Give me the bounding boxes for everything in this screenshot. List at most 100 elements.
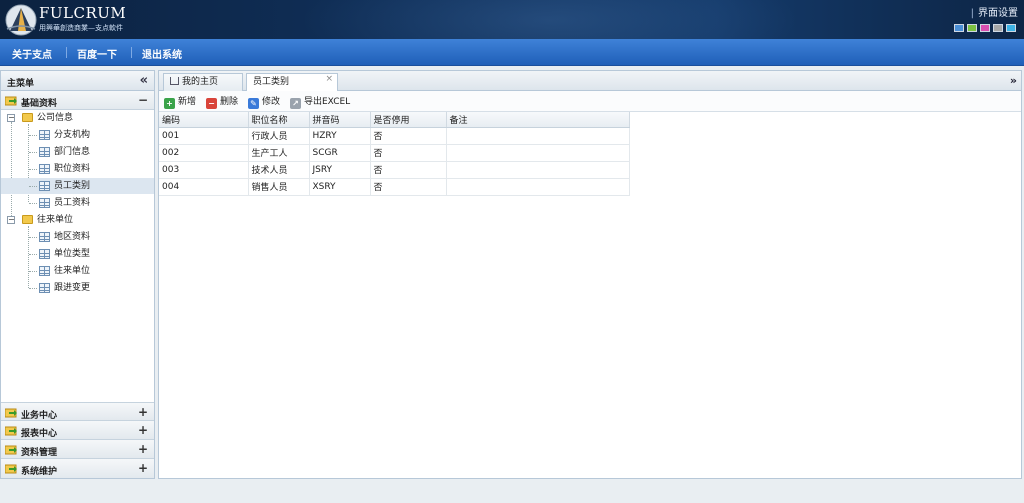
- table-icon: [39, 164, 50, 174]
- table-row[interactable]: 003 技术人员 JSRY 否: [159, 161, 630, 179]
- cell-remark: [446, 127, 630, 145]
- menu-tree: − 公司信息 分支机构 部门信息 职位资料 员工类别 员工资料 − 往来单位 地…: [1, 110, 154, 401]
- cell-disabled: 否: [370, 161, 447, 179]
- tree-item-label: 员工资料: [54, 198, 91, 208]
- cell-remark: [446, 144, 630, 162]
- cell-code: 003: [159, 161, 249, 179]
- add-button[interactable]: + 新增: [164, 95, 196, 109]
- tree-connector: [29, 203, 37, 204]
- cell-position-name: 技术人员: [248, 161, 310, 179]
- separator: |: [970, 8, 974, 19]
- cell-code: 001: [159, 127, 249, 145]
- cell-remark: [446, 161, 630, 179]
- expand-section-icon[interactable]: +: [138, 405, 148, 419]
- tree-item-department[interactable]: 部门信息: [1, 144, 154, 160]
- tree-item-label: 职位资料: [54, 164, 91, 174]
- theme-swatch-cyan[interactable]: [1006, 24, 1016, 32]
- table-row[interactable]: 001 行政人员 HZRY 否: [159, 127, 630, 145]
- tab-employee-category[interactable]: 员工类别 ×: [246, 73, 338, 92]
- folder-icon: [22, 113, 33, 122]
- section-label: 报表中心: [21, 429, 58, 439]
- edit-button[interactable]: ✎ 修改: [248, 95, 280, 109]
- header-shine: [300, 0, 800, 39]
- nav-about[interactable]: 关于支点: [12, 46, 52, 61]
- cell-pinyin: JSRY: [309, 161, 371, 179]
- delete-button[interactable]: − 删除: [206, 95, 238, 109]
- table-icon: [39, 181, 50, 191]
- add-icon: +: [164, 98, 175, 109]
- column-header[interactable]: 备注: [446, 112, 630, 128]
- column-header[interactable]: 拼音码: [309, 112, 371, 128]
- close-tab-icon[interactable]: ×: [325, 71, 333, 87]
- sidebar: 主菜单 « 基础资料 − − 公司信息 分支机构 部门信息 职位资料 员工类别 …: [0, 70, 155, 479]
- edit-label: 修改: [262, 97, 281, 107]
- tree-item-employee-category[interactable]: 员工类别: [1, 178, 154, 194]
- column-header[interactable]: 是否停用: [370, 112, 447, 128]
- tree-item-partner-unit[interactable]: 往来单位: [1, 263, 154, 279]
- more-tabs-icon[interactable]: »: [1010, 74, 1017, 87]
- tree-item-follow-up[interactable]: 跟进变更: [1, 280, 154, 296]
- tab-home[interactable]: 我的主页: [163, 73, 243, 91]
- tree-expand-icon[interactable]: −: [7, 216, 15, 224]
- app-header: FULCRUM 用興華創造商業—支点軟件 | 界面设置: [0, 0, 1024, 39]
- tree-group-company[interactable]: − 公司信息: [1, 110, 154, 126]
- section-label: 系统维护: [21, 467, 58, 477]
- tree-item-employee[interactable]: 员工资料: [1, 195, 154, 211]
- cell-position-name: 行政人员: [248, 127, 310, 145]
- nav-separator: [131, 47, 132, 58]
- tree-item-position[interactable]: 职位资料: [1, 161, 154, 177]
- theme-swatch-green[interactable]: [967, 24, 977, 32]
- export-icon: ↗: [290, 98, 301, 109]
- tree-item-label: 部门信息: [54, 147, 91, 157]
- ui-settings-label: 界面设置: [978, 8, 1018, 19]
- tree-item-unit-type[interactable]: 单位类型: [1, 246, 154, 262]
- grid-toolbar: + 新增 − 删除 ✎ 修改 ↗ 导出EXCEL: [159, 91, 1021, 112]
- collapse-section-icon[interactable]: −: [138, 93, 148, 107]
- cell-pinyin: HZRY: [309, 127, 371, 145]
- export-excel-button[interactable]: ↗ 导出EXCEL: [290, 95, 350, 109]
- expand-section-icon[interactable]: +: [138, 423, 148, 437]
- table-icon: [39, 283, 50, 293]
- tree-group-partner[interactable]: − 往来单位: [1, 212, 154, 228]
- cell-disabled: 否: [370, 178, 447, 196]
- expand-section-icon[interactable]: +: [138, 461, 148, 475]
- tree-connector: [29, 254, 37, 255]
- folder-arrow-icon: [5, 445, 17, 455]
- theme-swatch-gray[interactable]: [993, 24, 1003, 32]
- delete-label: 删除: [220, 97, 239, 107]
- tree-expand-icon[interactable]: −: [7, 114, 15, 122]
- table-row[interactable]: 004 销售人员 XSRY 否: [159, 178, 630, 196]
- collapse-sidebar-icon[interactable]: «: [140, 73, 148, 88]
- section-reports[interactable]: 报表中心 +: [1, 421, 154, 440]
- section-data-management[interactable]: 资料管理 +: [1, 440, 154, 459]
- nav-logout[interactable]: 退出系统: [142, 46, 182, 61]
- section-basic-data[interactable]: 基础资料 −: [1, 91, 154, 110]
- theme-swatch-blue[interactable]: [954, 24, 964, 32]
- fulcrum-logo-icon: [5, 4, 37, 36]
- cell-position-name: 生产工人: [248, 144, 310, 162]
- expand-section-icon[interactable]: +: [138, 442, 148, 456]
- table-icon: [39, 147, 50, 157]
- section-business[interactable]: 业务中心 +: [1, 402, 154, 421]
- table-row[interactable]: 002 生产工人 SCGR 否: [159, 144, 630, 162]
- column-header[interactable]: 职位名称: [248, 112, 310, 128]
- ui-settings-link[interactable]: | 界面设置: [971, 4, 1018, 19]
- section-system[interactable]: 系统维护 +: [1, 459, 154, 478]
- tree-item-label: 往来单位: [54, 266, 91, 276]
- tree-item-branch[interactable]: 分支机构: [1, 127, 154, 143]
- tree-item-region[interactable]: 地区资料: [1, 229, 154, 245]
- tree-connector: [29, 271, 37, 272]
- tab-bar: 我的主页 员工类别 × »: [159, 71, 1021, 92]
- theme-swatch-pink[interactable]: [980, 24, 990, 32]
- employee-category-table: 编码 职位名称 拼音码 是否停用 备注 001 行政人员 HZRY 否 002 …: [159, 112, 630, 196]
- tree-connector: [29, 135, 37, 136]
- table-icon: [39, 232, 50, 242]
- column-header[interactable]: 编码: [159, 112, 249, 128]
- theme-switcher: [954, 24, 1016, 32]
- section-label: 资料管理: [21, 448, 58, 458]
- folder-arrow-icon: [5, 426, 17, 436]
- add-label: 新增: [178, 97, 197, 107]
- tree-connector: [29, 237, 37, 238]
- delete-icon: −: [206, 98, 217, 109]
- nav-baidu[interactable]: 百度一下: [77, 46, 117, 61]
